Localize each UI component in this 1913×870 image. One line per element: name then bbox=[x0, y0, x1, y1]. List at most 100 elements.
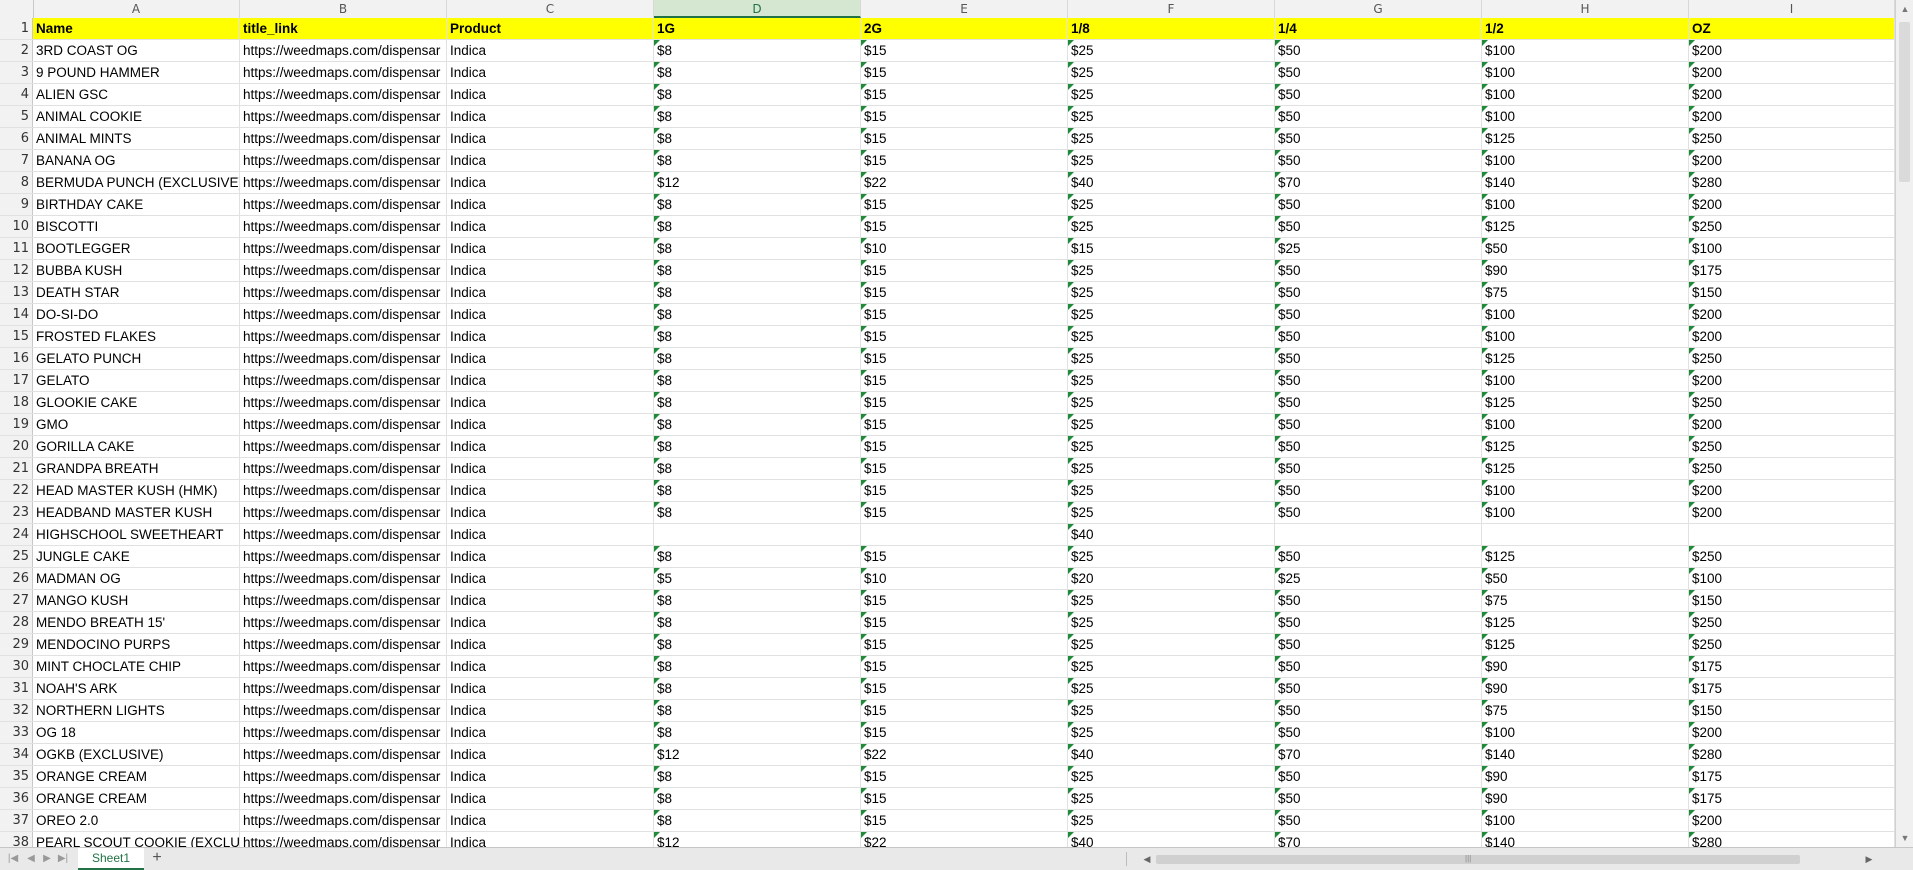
column-header-d[interactable]: D bbox=[654, 0, 861, 18]
table-cell[interactable]: ANIMAL MINTS bbox=[33, 128, 240, 149]
table-cell[interactable]: $200 bbox=[1689, 194, 1895, 215]
table-cell[interactable]: GMO bbox=[33, 414, 240, 435]
table-cell[interactable]: $200 bbox=[1689, 326, 1895, 347]
table-cell[interactable]: BERMUDA PUNCH (EXCLUSIVE) bbox=[33, 172, 240, 193]
table-cell[interactable]: https://weedmaps.com/dispensar bbox=[240, 502, 447, 523]
table-cell[interactable]: $100 bbox=[1482, 106, 1689, 127]
table-cell[interactable]: $15 bbox=[861, 304, 1068, 325]
column-title-cell[interactable]: 1/2 bbox=[1482, 18, 1689, 39]
table-cell[interactable]: $200 bbox=[1689, 106, 1895, 127]
table-cell[interactable]: https://weedmaps.com/dispensar bbox=[240, 326, 447, 347]
table-cell[interactable]: $50 bbox=[1275, 392, 1482, 413]
table-cell[interactable]: $50 bbox=[1275, 612, 1482, 633]
table-cell[interactable]: $8 bbox=[654, 106, 861, 127]
table-cell[interactable]: MENDOCINO PURPS bbox=[33, 634, 240, 655]
table-cell[interactable]: $15 bbox=[861, 348, 1068, 369]
row-number[interactable]: 9 bbox=[0, 194, 33, 215]
table-cell[interactable]: $100 bbox=[1482, 304, 1689, 325]
table-cell[interactable]: https://weedmaps.com/dispensar bbox=[240, 568, 447, 589]
table-cell[interactable]: $25 bbox=[1068, 392, 1275, 413]
table-cell[interactable]: Indica bbox=[447, 832, 654, 847]
table-cell[interactable]: BIRTHDAY CAKE bbox=[33, 194, 240, 215]
table-cell[interactable] bbox=[1689, 524, 1895, 545]
table-cell[interactable]: $50 bbox=[1275, 458, 1482, 479]
table-cell[interactable]: $12 bbox=[654, 172, 861, 193]
table-cell[interactable]: $15 bbox=[861, 656, 1068, 677]
table-cell[interactable]: $25 bbox=[1275, 568, 1482, 589]
table-cell[interactable]: https://weedmaps.com/dispensar bbox=[240, 788, 447, 809]
table-cell[interactable]: https://weedmaps.com/dispensar bbox=[240, 62, 447, 83]
table-cell[interactable]: $25 bbox=[1068, 480, 1275, 501]
table-cell[interactable]: OG 18 bbox=[33, 722, 240, 743]
table-cell[interactable]: OGKB (EXCLUSIVE) bbox=[33, 744, 240, 765]
table-cell[interactable]: GELATO bbox=[33, 370, 240, 391]
table-cell[interactable]: $15 bbox=[861, 62, 1068, 83]
table-cell[interactable]: $50 bbox=[1275, 766, 1482, 787]
table-cell[interactable]: Indica bbox=[447, 40, 654, 61]
table-cell[interactable]: $15 bbox=[861, 788, 1068, 809]
table-cell[interactable]: $50 bbox=[1275, 150, 1482, 171]
row-number[interactable]: 37 bbox=[0, 810, 33, 831]
table-cell[interactable]: $8 bbox=[654, 40, 861, 61]
table-cell[interactable]: BISCOTTI bbox=[33, 216, 240, 237]
table-cell[interactable]: Indica bbox=[447, 326, 654, 347]
table-cell[interactable]: $50 bbox=[1275, 106, 1482, 127]
row-number[interactable]: 13 bbox=[0, 282, 33, 303]
sheet-tab[interactable]: Sheet1 bbox=[78, 848, 144, 870]
table-cell[interactable]: $200 bbox=[1689, 62, 1895, 83]
table-cell[interactable]: $50 bbox=[1275, 590, 1482, 611]
table-cell[interactable]: https://weedmaps.com/dispensar bbox=[240, 546, 447, 567]
table-cell[interactable]: $8 bbox=[654, 326, 861, 347]
table-cell[interactable]: $40 bbox=[1068, 172, 1275, 193]
table-cell[interactable]: $75 bbox=[1482, 700, 1689, 721]
table-cell[interactable]: $50 bbox=[1275, 634, 1482, 655]
horizontal-scroll-thumb[interactable] bbox=[1156, 855, 1800, 864]
table-cell[interactable]: $8 bbox=[654, 700, 861, 721]
table-cell[interactable]: https://weedmaps.com/dispensar bbox=[240, 744, 447, 765]
table-cell[interactable]: $140 bbox=[1482, 832, 1689, 847]
table-cell[interactable]: $25 bbox=[1068, 458, 1275, 479]
table-cell[interactable]: $125 bbox=[1482, 216, 1689, 237]
table-cell[interactable]: Indica bbox=[447, 678, 654, 699]
row-number[interactable]: 5 bbox=[0, 106, 33, 127]
table-cell[interactable]: https://weedmaps.com/dispensar bbox=[240, 40, 447, 61]
table-cell[interactable]: 9 POUND HAMMER bbox=[33, 62, 240, 83]
row-number[interactable]: 19 bbox=[0, 414, 33, 435]
table-cell[interactable]: $70 bbox=[1275, 172, 1482, 193]
table-cell[interactable]: $10 bbox=[861, 238, 1068, 259]
table-cell[interactable]: $25 bbox=[1068, 612, 1275, 633]
table-cell[interactable]: $15 bbox=[861, 414, 1068, 435]
table-cell[interactable]: $25 bbox=[1068, 810, 1275, 831]
row-number[interactable]: 29 bbox=[0, 634, 33, 655]
table-cell[interactable]: $100 bbox=[1689, 568, 1895, 589]
column-header-a[interactable]: A bbox=[33, 0, 240, 18]
table-cell[interactable]: https://weedmaps.com/dispensar bbox=[240, 766, 447, 787]
scroll-up-icon[interactable]: ▲ bbox=[1896, 0, 1913, 18]
column-header-g[interactable]: G bbox=[1275, 0, 1482, 18]
row-number[interactable]: 36 bbox=[0, 788, 33, 809]
table-cell[interactable]: $250 bbox=[1689, 546, 1895, 567]
table-cell[interactable]: https://weedmaps.com/dispensar bbox=[240, 832, 447, 847]
table-cell[interactable]: $50 bbox=[1275, 436, 1482, 457]
table-cell[interactable]: $8 bbox=[654, 216, 861, 237]
table-cell[interactable]: https://weedmaps.com/dispensar bbox=[240, 348, 447, 369]
table-cell[interactable]: $25 bbox=[1068, 304, 1275, 325]
column-title-cell[interactable]: OZ bbox=[1689, 18, 1895, 39]
row-number[interactable]: 20 bbox=[0, 436, 33, 457]
column-header-h[interactable]: H bbox=[1482, 0, 1689, 18]
vertical-scroll-thumb[interactable] bbox=[1899, 22, 1910, 182]
table-cell[interactable]: $200 bbox=[1689, 40, 1895, 61]
row-number[interactable]: 26 bbox=[0, 568, 33, 589]
table-cell[interactable]: Indica bbox=[447, 502, 654, 523]
table-cell[interactable]: JUNGLE CAKE bbox=[33, 546, 240, 567]
table-cell[interactable]: https://weedmaps.com/dispensar bbox=[240, 480, 447, 501]
table-cell[interactable]: BOOTLEGGER bbox=[33, 238, 240, 259]
table-cell[interactable]: $50 bbox=[1275, 62, 1482, 83]
table-cell[interactable]: $50 bbox=[1482, 568, 1689, 589]
table-cell[interactable]: $15 bbox=[861, 590, 1068, 611]
table-cell[interactable]: $15 bbox=[861, 700, 1068, 721]
table-cell[interactable]: https://weedmaps.com/dispensar bbox=[240, 678, 447, 699]
row-number[interactable]: 24 bbox=[0, 524, 33, 545]
table-cell[interactable]: https://weedmaps.com/dispensar bbox=[240, 810, 447, 831]
table-cell[interactable]: ANIMAL COOKIE bbox=[33, 106, 240, 127]
